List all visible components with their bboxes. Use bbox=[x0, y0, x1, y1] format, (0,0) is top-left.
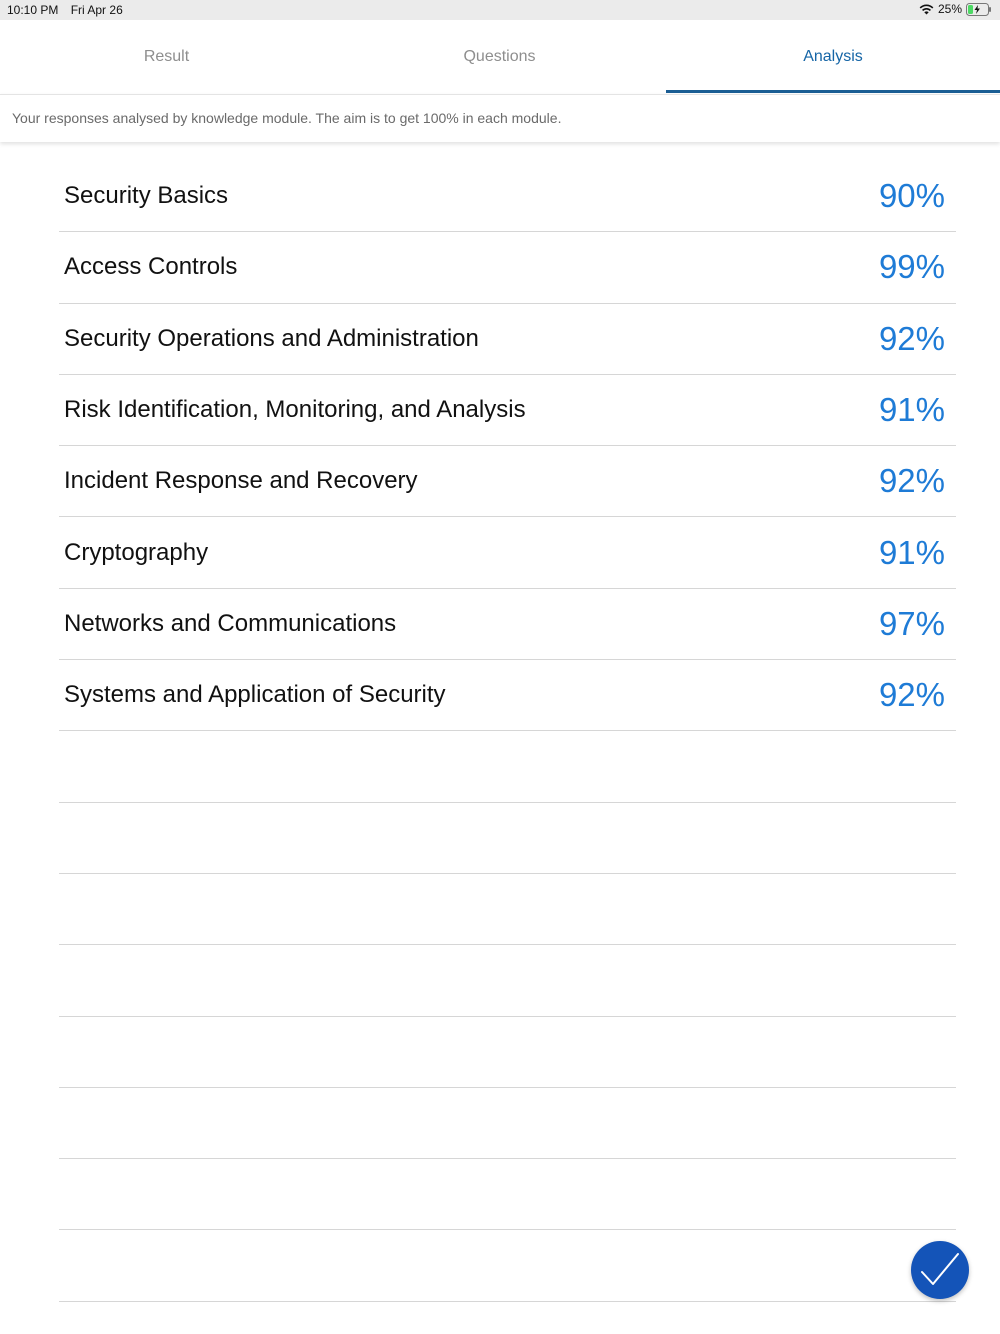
empty-row bbox=[59, 945, 956, 1017]
module-row[interactable]: Cryptography 91% bbox=[59, 517, 956, 589]
module-row[interactable]: Networks and Communications 97% bbox=[59, 589, 956, 661]
module-list: Security Basics 90% Access Controls 99% … bbox=[59, 161, 956, 1302]
module-row[interactable]: Security Basics 90% bbox=[59, 161, 956, 233]
module-name: Security Operations and Administration bbox=[64, 324, 479, 352]
module-name: Systems and Application of Security bbox=[64, 681, 446, 709]
battery-charging-icon bbox=[966, 2, 991, 16]
module-name: Risk Identification, Monitoring, and Ana… bbox=[64, 396, 526, 424]
empty-row bbox=[59, 1230, 956, 1302]
module-score: 97% bbox=[878, 604, 945, 642]
module-score: 91% bbox=[878, 391, 945, 429]
module-score: 91% bbox=[878, 533, 945, 571]
module-row[interactable]: Access Controls 99% bbox=[59, 232, 956, 304]
module-name: Cryptography bbox=[64, 538, 209, 566]
tab-questions[interactable]: Questions bbox=[333, 20, 666, 94]
empty-row bbox=[59, 803, 956, 874]
empty-row bbox=[59, 874, 956, 946]
module-name: Security Basics bbox=[64, 182, 229, 210]
status-time: 10:10 PM bbox=[7, 3, 59, 17]
module-score: 90% bbox=[878, 177, 945, 215]
empty-row bbox=[59, 1088, 956, 1160]
empty-row bbox=[59, 731, 956, 803]
analysis-description: Your responses analysed by knowledge mod… bbox=[0, 94, 1000, 142]
tab-bar: Result Questions Analysis bbox=[0, 20, 1000, 94]
module-score: 92% bbox=[878, 319, 945, 357]
module-score: 92% bbox=[878, 462, 945, 500]
module-name: Incident Response and Recovery bbox=[64, 467, 418, 495]
tab-analysis[interactable]: Analysis bbox=[666, 20, 1000, 94]
module-name: Networks and Communications bbox=[64, 609, 397, 637]
status-bar: 10:10 PM Fri Apr 26 25% bbox=[0, 0, 1000, 20]
empty-row bbox=[59, 1159, 956, 1231]
module-row[interactable]: Incident Response and Recovery 92% bbox=[59, 446, 956, 518]
status-date: Fri Apr 26 bbox=[70, 3, 123, 17]
done-button[interactable] bbox=[911, 1241, 969, 1299]
active-tab-indicator bbox=[666, 90, 1000, 93]
module-row[interactable]: Risk Identification, Monitoring, and Ana… bbox=[59, 375, 956, 447]
battery-percent: 25% bbox=[937, 2, 962, 16]
module-score: 92% bbox=[878, 676, 945, 714]
module-row[interactable]: Systems and Application of Security 92% bbox=[59, 660, 956, 732]
module-row[interactable]: Security Operations and Administration 9… bbox=[59, 304, 956, 375]
tab-result[interactable]: Result bbox=[0, 20, 333, 94]
checkmark-icon bbox=[921, 1253, 959, 1285]
module-name: Access Controls bbox=[64, 253, 238, 281]
module-score: 99% bbox=[878, 248, 945, 286]
wifi-icon bbox=[919, 4, 934, 15]
empty-row bbox=[59, 1017, 956, 1088]
